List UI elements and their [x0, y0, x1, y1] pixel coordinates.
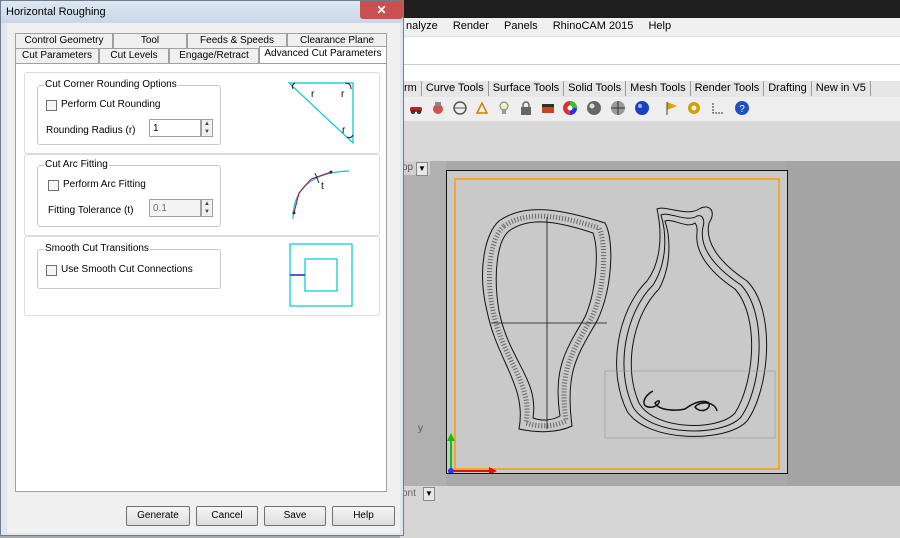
fitting-tolerance-input[interactable]: [149, 199, 201, 217]
command-history-area: [400, 37, 900, 65]
app-menubar: nalyze Render Panels RhinoCAM 2015 Help: [400, 18, 900, 37]
toolbar-tab-solid-tools[interactable]: Solid Tools: [564, 81, 627, 96]
fitting-tolerance-stepper[interactable]: ▲ ▼: [201, 199, 213, 217]
render-object-icon[interactable]: [430, 100, 446, 116]
flag-icon[interactable]: [664, 100, 680, 116]
viewport-area-top: [400, 121, 900, 161]
viewport-bottom-area: [400, 486, 900, 538]
viewport-left-strip: [400, 161, 446, 486]
smooth-transitions-group: Smooth Cut Transitions Use Smooth Cut Co…: [37, 243, 221, 289]
menu-item-rhinocam[interactable]: RhinoCAM 2015: [547, 18, 640, 32]
perform-cut-rounding-label: Perform Cut Rounding: [61, 99, 161, 110]
toolbar-tab-surface-tools[interactable]: Surface Tools: [489, 81, 565, 96]
toolbar-tab-new-in-v5[interactable]: New in V5: [812, 81, 871, 96]
tab-engage-retract[interactable]: Engage/Retract: [169, 48, 259, 63]
rounding-radius-label: Rounding Radius (r): [46, 125, 136, 136]
light-spot-icon[interactable]: [474, 100, 490, 116]
arc-diagram-label: t: [321, 181, 324, 192]
y-axis-arrow: [447, 433, 455, 441]
corner-rounding-section: Cut Corner Rounding Options Perform Cut …: [24, 72, 380, 154]
rounding-radius-stepper[interactable]: ▲ ▼: [201, 119, 213, 137]
tab-cut-levels[interactable]: Cut Levels: [99, 48, 169, 63]
corner-diagram-label-3: r: [342, 125, 346, 136]
corner-rounding-group: Cut Corner Rounding Options Perform Cut …: [37, 79, 221, 145]
fitting-tolerance-label: Fitting Tolerance (t): [48, 205, 134, 216]
x-axis-arrow: [489, 467, 497, 475]
jug-part: [604, 206, 776, 439]
sphere-render-icon[interactable]: [586, 100, 602, 116]
viewport-right-strip: [787, 161, 900, 486]
spin-down-icon: ▼: [204, 129, 210, 135]
corner-rounding-title: Cut Corner Rounding Options: [44, 79, 178, 90]
smooth-transitions-diagram-icon: [289, 243, 353, 307]
lightbulb-icon[interactable]: [496, 100, 512, 116]
close-icon: ✕: [376, 3, 387, 17]
perform-arc-fitting-checkbox[interactable]: [48, 180, 59, 191]
stock-boundary: [454, 178, 780, 470]
arc-fitting-diagram-icon: t: [292, 170, 350, 220]
viewport-axis-y-label: y: [418, 423, 423, 434]
command-prompt[interactable]: [400, 65, 900, 81]
toolbar-tab-render-tools[interactable]: Render Tools: [691, 81, 765, 96]
rounding-radius-input[interactable]: [149, 119, 201, 137]
viewport2-dropdown-icon[interactable]: ▼: [423, 487, 435, 501]
use-smooth-cut-connections-checkbox[interactable]: [46, 265, 57, 276]
help-button[interactable]: Help: [332, 506, 395, 526]
tab-cut-parameters[interactable]: Cut Parameters: [15, 48, 99, 63]
generate-button[interactable]: Generate: [126, 506, 190, 526]
viewport-dropdown-icon[interactable]: ▼: [416, 162, 428, 176]
toolbar-tab-curve-tools[interactable]: Curve Tools: [422, 81, 489, 96]
toolbar-tab-drafting[interactable]: Drafting: [764, 81, 812, 96]
tab-tool[interactable]: Tool: [113, 33, 187, 48]
save-button[interactable]: Save: [264, 506, 326, 526]
corner-diagram-label: r: [311, 89, 315, 100]
corner-rounding-diagram-icon: r r r: [287, 82, 354, 145]
spin-down-icon: ▼: [204, 209, 210, 215]
toolbar-tab-mesh-tools[interactable]: Mesh Tools: [626, 81, 691, 96]
svg-text:?: ?: [739, 104, 745, 115]
menu-item-render[interactable]: Render: [447, 18, 495, 32]
wireframe-sphere-icon[interactable]: [610, 100, 626, 116]
arc-fitting-title: Cut Arc Fitting: [44, 159, 109, 170]
cancel-button[interactable]: Cancel: [196, 506, 258, 526]
smooth-transitions-title: Smooth Cut Transitions: [44, 243, 150, 254]
toolbar-icon-row: ?: [400, 97, 900, 121]
top-viewport[interactable]: [446, 170, 788, 475]
gear-icon[interactable]: [686, 100, 702, 116]
car-icon[interactable]: [408, 100, 424, 116]
vase-part: [482, 209, 612, 433]
materials-icon[interactable]: [540, 100, 556, 116]
color-wheel-icon[interactable]: [562, 100, 578, 116]
perform-arc-fitting-label: Perform Arc Fitting: [63, 179, 146, 190]
camera-target-icon[interactable]: [452, 100, 468, 116]
arc-fitting-section: Cut Arc Fitting Perform Arc Fitting Fitt…: [24, 154, 380, 236]
spin-up-icon: ▲: [204, 121, 210, 127]
menu-item-help[interactable]: Help: [642, 18, 677, 32]
lock-icon[interactable]: [518, 100, 534, 116]
menu-item-panels[interactable]: Panels: [498, 18, 544, 32]
menu-item-analyze[interactable]: nalyze: [400, 18, 444, 32]
dialog-title: Horizontal Roughing: [6, 6, 106, 18]
corner-diagram-label-2: r: [341, 89, 345, 100]
arc-fitting-group: Cut Arc Fitting Perform Arc Fitting Fitt…: [37, 159, 221, 227]
dialog-title-bar[interactable]: Horizontal Roughing ✕: [1, 1, 403, 23]
viewport-canvas[interactable]: [447, 171, 787, 475]
spin-up-icon: ▲: [204, 201, 210, 207]
horizontal-roughing-dialog: Horizontal Roughing ✕ Control Geometry T…: [0, 0, 404, 536]
dimension-icon[interactable]: [710, 100, 726, 116]
use-smooth-cut-connections-label: Use Smooth Cut Connections: [61, 264, 193, 275]
toolbar-tab-strip: rm Curve Tools Surface Tools Solid Tools Mes…: [400, 81, 900, 98]
blue-sphere-icon[interactable]: [634, 100, 650, 116]
help-icon[interactable]: ?: [734, 100, 750, 116]
origin-marker: [448, 468, 454, 474]
tab-advanced-cut-parameters[interactable]: Advanced Cut Parameters: [259, 46, 387, 63]
tab-control-geometry[interactable]: Control Geometry: [15, 33, 113, 48]
advanced-cut-parameters-panel: Cut Corner Rounding Options Perform Cut …: [15, 63, 387, 492]
close-button[interactable]: ✕: [360, 1, 403, 19]
smooth-transitions-section: Smooth Cut Transitions Use Smooth Cut Co…: [24, 236, 380, 316]
perform-cut-rounding-checkbox[interactable]: [46, 100, 57, 111]
